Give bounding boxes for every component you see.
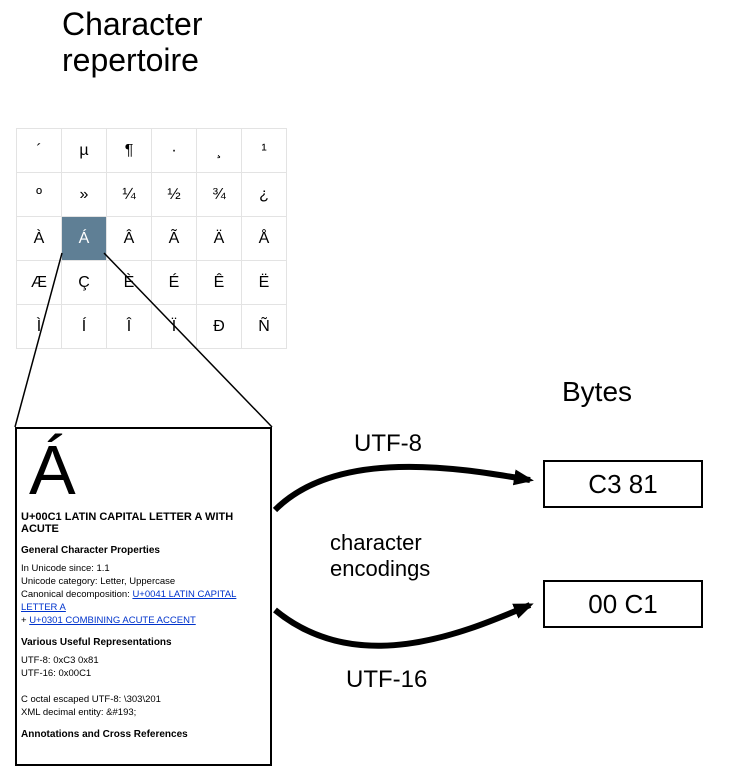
bytes-utf16-value: 00 C1	[588, 589, 657, 620]
char-cell[interactable]: Å	[242, 217, 287, 261]
decomp-link-accent[interactable]: U+0301 COMBINING ACUTE ACCENT	[29, 615, 196, 626]
char-cell[interactable]: ¼	[107, 173, 152, 217]
repr-octal: C octal escaped UTF-8: \303\201	[21, 694, 161, 705]
bytes-utf8-box: C3 81	[543, 460, 703, 508]
char-cell[interactable]: ¾	[197, 173, 242, 217]
useful-representations-block: UTF-8: 0xC3 0x81 UTF-16: 0x00C1 C octal …	[21, 654, 266, 719]
canonical-decomposition-label: Canonical decomposition:	[21, 589, 132, 600]
char-cell[interactable]: Ä	[197, 217, 242, 261]
char-cell[interactable]: Ê	[197, 261, 242, 305]
char-cell[interactable]: Î	[107, 305, 152, 349]
title-block: Character repertoire	[62, 6, 203, 78]
diagram-canvas: Character repertoire ´µ¶·¸¹º»¼½¾¿ÀÁÂÃÄÅÆ…	[0, 0, 737, 776]
char-cell[interactable]: Æ	[17, 261, 62, 305]
char-cell[interactable]: ´	[17, 129, 62, 173]
encodings-line-1: character	[330, 530, 422, 555]
encodings-line-2: encodings	[330, 556, 430, 581]
repr-utf8: UTF-8: 0xC3 0x81	[21, 655, 99, 666]
char-cell[interactable]: ½	[152, 173, 197, 217]
char-cell[interactable]: ¸	[197, 129, 242, 173]
char-cell[interactable]: Â	[107, 217, 152, 261]
unicode-since: In Unicode since: 1.1	[21, 563, 110, 574]
char-cell[interactable]: Á	[62, 217, 107, 261]
char-cell[interactable]: Ï	[152, 305, 197, 349]
char-cell[interactable]: À	[17, 217, 62, 261]
annotations-heading: Annotations and Cross References	[21, 729, 266, 740]
general-properties-block: In Unicode since: 1.1 Unicode category: …	[21, 562, 266, 627]
char-cell[interactable]: ¶	[107, 129, 152, 173]
char-cell[interactable]: µ	[62, 129, 107, 173]
repr-utf16: UTF-16: 0x00C1	[21, 668, 91, 679]
detail-big-glyph: Á	[21, 435, 266, 505]
bytes-utf16-box: 00 C1	[543, 580, 703, 628]
char-cell[interactable]: ¹	[242, 129, 287, 173]
char-cell[interactable]: Ì	[17, 305, 62, 349]
char-cell[interactable]: º	[17, 173, 62, 217]
character-repertoire-grid: ´µ¶·¸¹ º»¼½¾¿ ÀÁÂÃÄÅ ÆÇÈÉÊË ÌÍÎÏÐÑ	[16, 128, 287, 349]
char-cell[interactable]: É	[152, 261, 197, 305]
char-cell[interactable]: Ç	[62, 261, 107, 305]
char-cell[interactable]: È	[107, 261, 152, 305]
unicode-category: Unicode category: Letter, Uppercase	[21, 576, 175, 587]
character-detail-panel: Á U+00C1 LATIN CAPITAL LETTER A WITH ACU…	[15, 427, 272, 766]
char-cell[interactable]: Ã	[152, 217, 197, 261]
char-cell[interactable]: ¿	[242, 173, 287, 217]
char-cell[interactable]: ·	[152, 129, 197, 173]
title-line-2: repertoire	[62, 42, 199, 78]
utf8-label: UTF-8	[354, 430, 422, 458]
general-properties-heading: General Character Properties	[21, 545, 266, 556]
char-cell[interactable]: Ñ	[242, 305, 287, 349]
bytes-heading: Bytes	[562, 376, 632, 408]
char-cell[interactable]: Í	[62, 305, 107, 349]
detail-codepoint-name: U+00C1 LATIN CAPITAL LETTER A WITH ACUTE	[21, 511, 266, 535]
char-cell[interactable]: Ð	[197, 305, 242, 349]
decomp-plus: +	[21, 615, 29, 626]
title-line-1: Character	[62, 6, 203, 42]
utf16-label: UTF-16	[346, 666, 427, 694]
repr-xml: XML decimal entity: &#193;	[21, 707, 136, 718]
useful-representations-heading: Various Useful Representations	[21, 637, 266, 648]
bytes-utf8-value: C3 81	[588, 469, 657, 500]
char-cell[interactable]: Ë	[242, 261, 287, 305]
char-cell[interactable]: »	[62, 173, 107, 217]
encodings-label: character encodings	[330, 530, 430, 582]
